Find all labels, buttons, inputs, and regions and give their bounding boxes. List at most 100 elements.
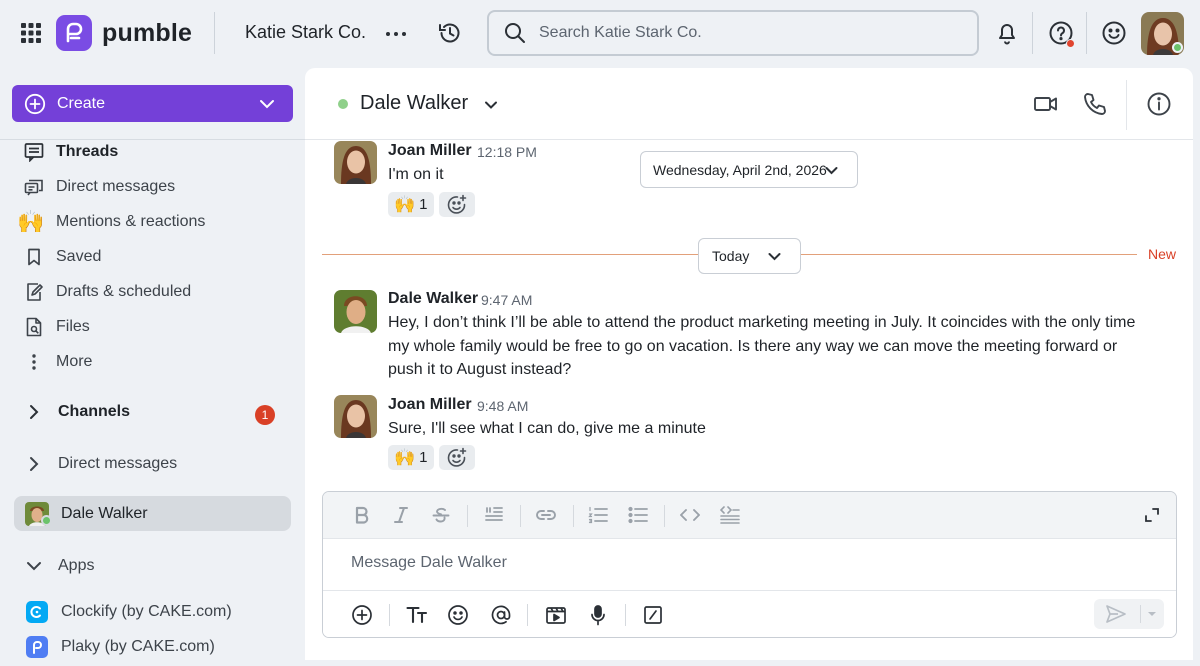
- avatar[interactable]: [334, 141, 377, 184]
- divider: [467, 505, 468, 527]
- chat-panel: Dale Walker Joan Miller 12:18 PM I'm on …: [305, 68, 1193, 660]
- app-item-plaky[interactable]: Plaky (by CAKE.com): [26, 636, 215, 658]
- slash-command-icon[interactable]: [641, 603, 665, 627]
- message-time: 9:47 AM: [481, 292, 533, 308]
- microphone-icon[interactable]: [586, 603, 610, 627]
- plaky-icon: [26, 636, 48, 658]
- expand-icon[interactable]: [1141, 504, 1163, 526]
- avatar[interactable]: [334, 395, 377, 438]
- create-label: Create: [57, 94, 106, 112]
- apps-section-toggle[interactable]: Apps: [26, 557, 94, 575]
- drafts-icon: [22, 280, 46, 304]
- numbered-list-icon[interactable]: [587, 504, 609, 526]
- app-item-clockify[interactable]: Clockify (by CAKE.com): [26, 601, 232, 623]
- reaction-count: 1: [419, 196, 428, 213]
- message-input[interactable]: [351, 554, 1131, 572]
- link-icon[interactable]: [535, 504, 557, 526]
- mention-icon[interactable]: [489, 603, 513, 627]
- nav-files[interactable]: Files: [22, 315, 90, 339]
- status-emoji-icon[interactable]: [1101, 20, 1127, 46]
- channels-label: Channels: [58, 403, 131, 420]
- message-line: Hey, I don’t think I’ll be able to atten…: [388, 314, 1136, 331]
- plus-circle-icon: [24, 93, 46, 115]
- text-format-icon[interactable]: [405, 603, 429, 627]
- schedule-send-chevron-icon[interactable]: [1143, 602, 1161, 626]
- code-block-icon[interactable]: [719, 504, 741, 526]
- raised-hands-icon: 🙌: [394, 447, 416, 467]
- code-icon[interactable]: [679, 504, 701, 526]
- strikethrough-icon[interactable]: [430, 504, 452, 526]
- message-composer: [322, 491, 1177, 638]
- nav-label: More: [56, 353, 93, 370]
- dm-label: Dale Walker: [61, 504, 148, 522]
- today-jump-button[interactable]: Today: [698, 238, 801, 274]
- divider: [527, 604, 528, 626]
- nav-drafts-scheduled[interactable]: Drafts & scheduled: [22, 280, 191, 304]
- add-reaction-icon: [447, 194, 467, 214]
- direct-messages-section-toggle[interactable]: Direct messages: [26, 455, 177, 473]
- chat-header: Dale Walker: [305, 68, 1193, 140]
- nav-label: Saved: [56, 248, 102, 265]
- phone-icon[interactable]: [1082, 91, 1108, 117]
- brand-name: pumble: [102, 18, 193, 47]
- bullet-list-icon[interactable]: [627, 504, 649, 526]
- channels-unread-badge: 1: [255, 405, 275, 425]
- search-bar[interactable]: [487, 10, 979, 56]
- avatar[interactable]: [334, 290, 377, 333]
- dm-item-dale-walker[interactable]: Dale Walker: [14, 496, 291, 531]
- threads-icon: [22, 140, 46, 164]
- divider: [389, 604, 390, 626]
- bell-icon[interactable]: [994, 20, 1020, 46]
- chat-title[interactable]: Dale Walker: [360, 92, 468, 115]
- reaction-chip[interactable]: 🙌 1: [388, 445, 434, 470]
- info-icon[interactable]: [1146, 91, 1172, 117]
- workspace-more-icon[interactable]: [384, 22, 408, 46]
- workspace-name[interactable]: Katie Stark Co.: [245, 22, 366, 43]
- nav-saved[interactable]: Saved: [22, 245, 101, 269]
- nav-label: Threads: [56, 143, 119, 160]
- add-attachment-icon[interactable]: [350, 603, 374, 627]
- nav-mentions-reactions[interactable]: 🙌 Mentions & reactions: [17, 210, 205, 234]
- date-jump-button[interactable]: Wednesday, April 2nd, 2026: [640, 151, 858, 188]
- channels-section-toggle[interactable]: Channels: [26, 403, 130, 421]
- history-icon[interactable]: [437, 20, 463, 46]
- blockquote-icon[interactable]: [483, 504, 505, 526]
- add-reaction-button[interactable]: [439, 192, 475, 217]
- message-author[interactable]: Joan Miller: [388, 396, 472, 414]
- nav-label: Drafts & scheduled: [56, 283, 192, 300]
- emoji-icon[interactable]: [446, 603, 470, 627]
- app-grid-icon[interactable]: [20, 22, 42, 44]
- send-icon[interactable]: [1104, 602, 1128, 626]
- divider: [664, 505, 665, 527]
- search-icon: [503, 21, 527, 45]
- nav-direct-messages[interactable]: Direct messages: [22, 175, 175, 199]
- nav-threads[interactable]: Threads: [22, 140, 118, 164]
- video-clip-icon[interactable]: [544, 603, 568, 627]
- italic-icon[interactable]: [390, 504, 412, 526]
- video-call-icon[interactable]: [1033, 91, 1059, 117]
- message-time: 12:18 PM: [477, 144, 537, 160]
- app-label: Clockify (by CAKE.com): [61, 603, 232, 620]
- divider: [1086, 12, 1087, 54]
- reaction-chip[interactable]: 🙌 1: [388, 192, 434, 217]
- app-label: Plaky (by CAKE.com): [61, 638, 215, 655]
- chevron-down-icon: [824, 163, 839, 178]
- add-reaction-button[interactable]: [439, 445, 475, 470]
- direct-messages-icon: [22, 175, 46, 199]
- reaction-count: 1: [419, 449, 428, 466]
- nav-more[interactable]: More: [22, 350, 92, 374]
- direct-messages-label: Direct messages: [58, 455, 178, 472]
- create-button[interactable]: Create: [12, 85, 293, 122]
- chevron-down-icon[interactable]: [483, 97, 499, 113]
- bold-icon[interactable]: [351, 504, 373, 526]
- new-messages-label: New: [1148, 246, 1177, 262]
- online-status-dot: [1172, 42, 1183, 53]
- raised-hands-icon: 🙌: [394, 194, 416, 214]
- divider: [214, 12, 215, 54]
- message-author[interactable]: Dale Walker: [388, 290, 478, 308]
- top-bar: pumble Katie Stark Co.: [0, 0, 1200, 68]
- chevron-down-icon: [767, 249, 782, 264]
- divider: [520, 505, 521, 527]
- message-author[interactable]: Joan Miller: [388, 142, 472, 160]
- search-input[interactable]: [539, 24, 959, 42]
